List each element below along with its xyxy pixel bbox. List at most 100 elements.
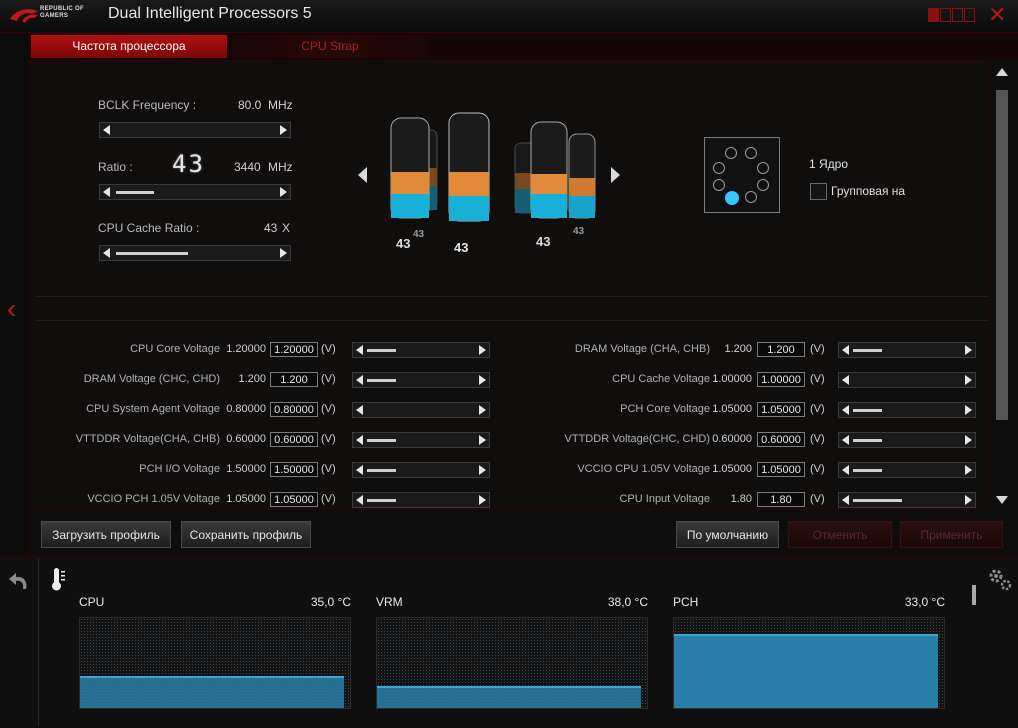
voltage-slider[interactable] <box>838 492 976 508</box>
core-dot[interactable] <box>757 179 769 191</box>
core-dot[interactable] <box>713 162 725 174</box>
arrow-left-icon[interactable] <box>103 187 110 197</box>
cores-next-arrow-icon[interactable] <box>611 167 620 183</box>
voltage-input[interactable]: 0.60000 <box>270 432 318 447</box>
arrow-right-icon[interactable] <box>479 375 486 385</box>
load-profile-button[interactable]: Загрузить профиль <box>41 521 171 548</box>
arrow-right-icon[interactable] <box>965 405 972 415</box>
arrow-left-icon[interactable] <box>356 375 363 385</box>
slider-thumb[interactable] <box>853 409 882 412</box>
core-dot[interactable] <box>745 191 757 203</box>
arrow-right-icon[interactable] <box>965 435 972 445</box>
core-dot[interactable] <box>725 147 737 159</box>
voltage-input[interactable]: 1.05000 <box>270 492 318 507</box>
arrow-left-icon[interactable] <box>103 125 110 135</box>
voltage-input[interactable]: 1.200 <box>270 372 318 387</box>
arrow-right-icon[interactable] <box>280 187 287 197</box>
core-dot[interactable] <box>745 147 757 159</box>
voltage-input[interactable]: 0.60000 <box>757 432 805 447</box>
cache-ratio-slider[interactable] <box>99 245 291 261</box>
slider-thumb[interactable] <box>367 469 396 472</box>
close-button[interactable]: ✕ <box>988 4 1006 26</box>
arrow-left-icon[interactable] <box>356 345 363 355</box>
slider-thumb[interactable] <box>367 349 396 352</box>
arrow-left-icon[interactable] <box>103 248 110 258</box>
arrow-left-icon[interactable] <box>842 465 849 475</box>
slider-thumb[interactable] <box>367 379 396 382</box>
arrow-right-icon[interactable] <box>280 248 287 258</box>
voltage-input[interactable]: 1.05000 <box>757 462 805 477</box>
scroll-down-icon[interactable] <box>996 496 1008 504</box>
slider-thumb[interactable] <box>367 499 396 502</box>
arrow-right-icon[interactable] <box>479 345 486 355</box>
voltage-input[interactable]: 0.80000 <box>270 402 318 417</box>
voltage-slider[interactable] <box>838 462 976 478</box>
default-button[interactable]: По умолчанию <box>676 521 779 548</box>
back-chevron-icon[interactable]: ‹ <box>7 295 16 323</box>
ratio-slider[interactable] <box>99 184 291 200</box>
voltage-slider[interactable] <box>352 342 490 358</box>
slider-thumb[interactable] <box>116 191 154 194</box>
voltage-slider[interactable] <box>838 432 976 448</box>
layout-icon[interactable] <box>940 8 951 22</box>
voltage-input[interactable]: 1.80 <box>757 492 805 507</box>
undo-arrow-icon[interactable] <box>6 571 32 593</box>
voltage-slider[interactable] <box>838 402 976 418</box>
group-adjust-checkbox[interactable] <box>810 183 827 200</box>
arrow-left-icon[interactable] <box>842 345 849 355</box>
voltage-slider[interactable] <box>352 462 490 478</box>
arrow-right-icon[interactable] <box>479 405 486 415</box>
slider-thumb[interactable] <box>853 349 882 352</box>
slider-thumb[interactable] <box>853 469 882 472</box>
slider-thumb[interactable] <box>853 439 882 442</box>
slider-thumb[interactable] <box>853 499 902 502</box>
arrow-left-icon[interactable] <box>842 405 849 415</box>
arrow-left-icon[interactable] <box>356 405 363 415</box>
arrow-right-icon[interactable] <box>965 495 972 505</box>
arrow-right-icon[interactable] <box>965 375 972 385</box>
voltage-slider[interactable] <box>352 372 490 388</box>
arrow-right-icon[interactable] <box>479 435 486 445</box>
apply-button[interactable]: Применить <box>900 521 1003 548</box>
window-layout-icons[interactable] <box>928 8 976 24</box>
arrow-left-icon[interactable] <box>356 495 363 505</box>
core-dot[interactable] <box>713 179 725 191</box>
voltage-input[interactable]: 1.05000 <box>757 402 805 417</box>
core-dot[interactable] <box>757 162 769 174</box>
scroll-thumb[interactable] <box>996 90 1008 420</box>
voltage-slider[interactable] <box>838 342 976 358</box>
tab-cpu-frequency[interactable]: Частота процессора <box>31 35 227 58</box>
core-selector[interactable] <box>704 137 780 213</box>
arrow-left-icon[interactable] <box>356 465 363 475</box>
rog-mode-icon[interactable] <box>928 8 939 22</box>
tab-cpu-strap[interactable]: CPU Strap <box>230 35 430 58</box>
voltage-input[interactable]: 1.20000 <box>270 342 318 357</box>
arrow-right-icon[interactable] <box>965 465 972 475</box>
voltage-slider[interactable] <box>352 432 490 448</box>
voltage-slider[interactable] <box>352 402 490 418</box>
bclk-slider[interactable] <box>99 122 291 138</box>
arrow-left-icon[interactable] <box>842 375 849 385</box>
scroll-up-icon[interactable] <box>996 68 1008 76</box>
voltage-input[interactable]: 1.200 <box>757 342 805 357</box>
core-dot-selected[interactable] <box>725 191 739 205</box>
voltage-input[interactable]: 1.50000 <box>270 462 318 477</box>
settings-gear-icon[interactable] <box>985 565 1013 593</box>
arrow-right-icon[interactable] <box>965 345 972 355</box>
arrow-left-icon[interactable] <box>842 435 849 445</box>
arrow-right-icon[interactable] <box>479 495 486 505</box>
cancel-button[interactable]: Отменить <box>788 521 892 548</box>
arrow-right-icon[interactable] <box>280 125 287 135</box>
slider-thumb[interactable] <box>116 252 188 255</box>
slider-thumb[interactable] <box>367 439 396 442</box>
layout-icon[interactable] <box>964 8 975 22</box>
voltage-input[interactable]: 1.00000 <box>757 372 805 387</box>
save-profile-button[interactable]: Сохранить профиль <box>181 521 311 548</box>
monitor-scroll-thumb[interactable] <box>972 585 976 605</box>
cores-prev-arrow-icon[interactable] <box>358 167 367 183</box>
arrow-left-icon[interactable] <box>356 435 363 445</box>
voltage-slider[interactable] <box>352 492 490 508</box>
arrow-left-icon[interactable] <box>842 495 849 505</box>
arrow-right-icon[interactable] <box>479 465 486 475</box>
voltage-slider[interactable] <box>838 372 976 388</box>
